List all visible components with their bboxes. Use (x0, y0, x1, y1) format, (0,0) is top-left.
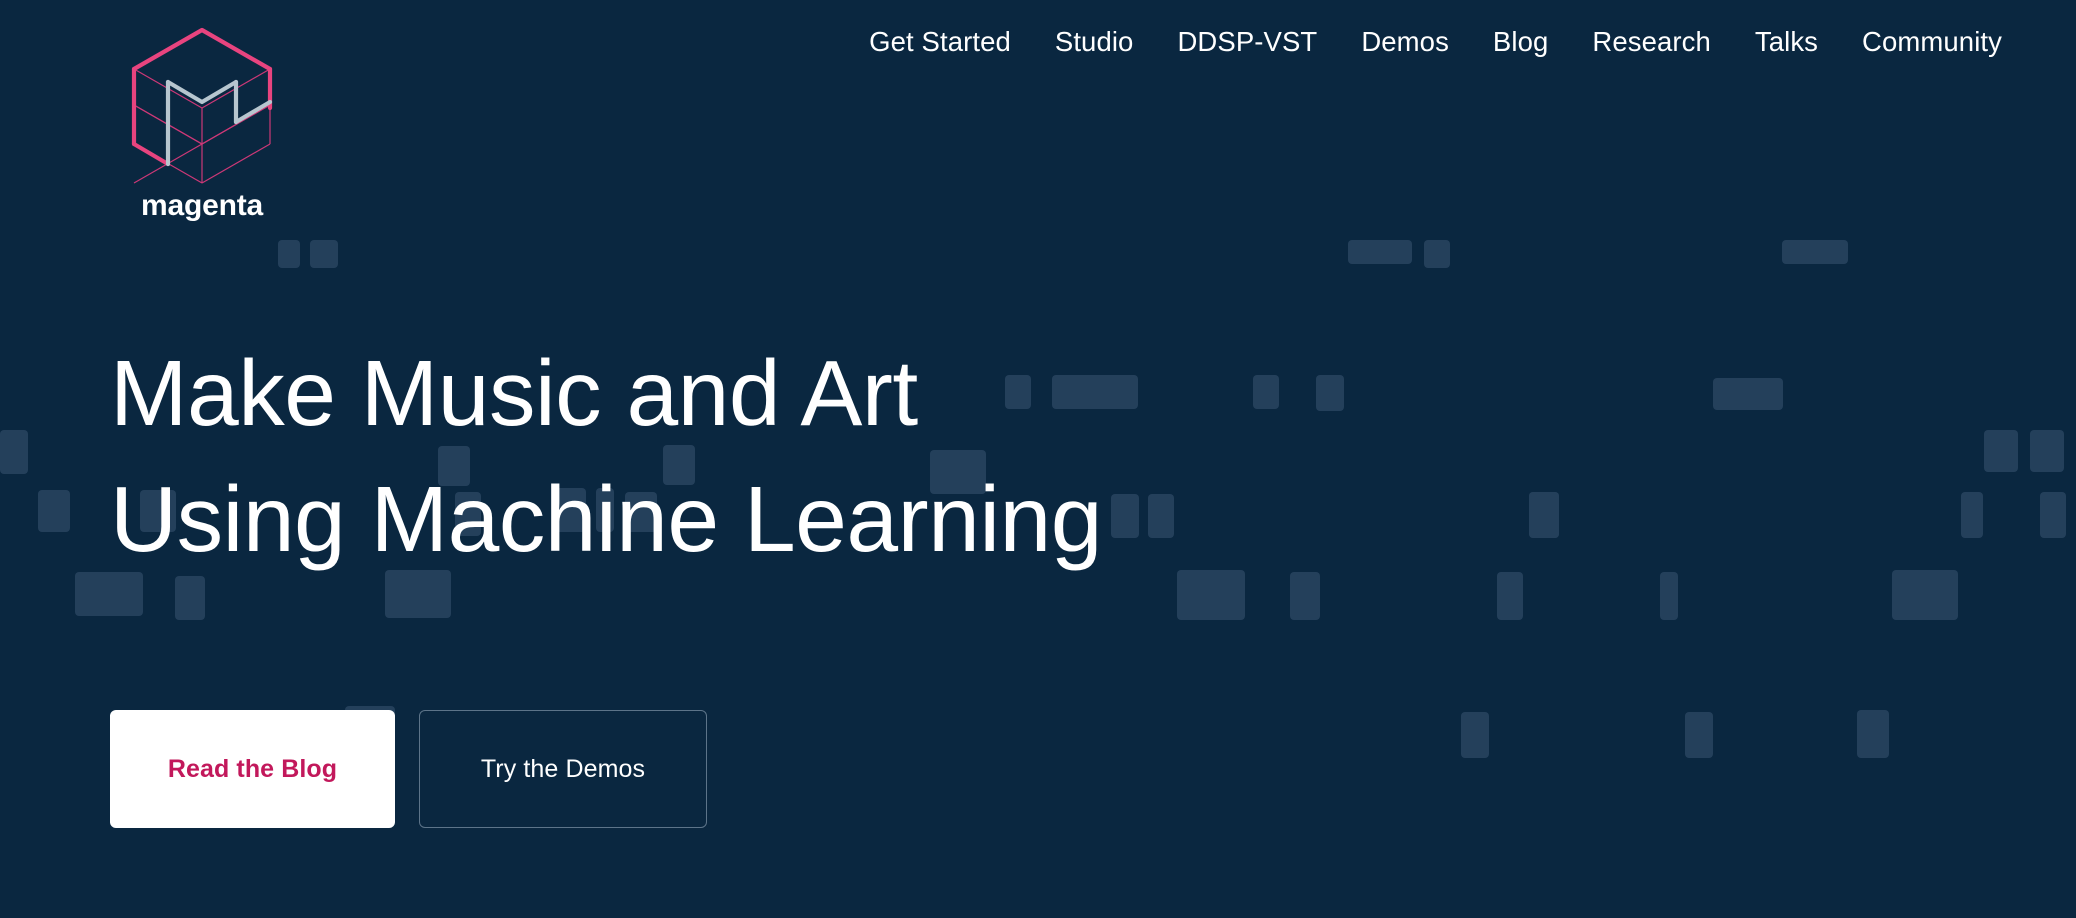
nav-link-talks[interactable]: Talks (1755, 28, 1818, 56)
hero-headline: Make Music and Art Using Machine Learnin… (110, 330, 1610, 583)
nav-link-ddsp-vst[interactable]: DDSP-VST (1177, 28, 1317, 56)
magenta-hexagon-logo-icon (131, 27, 273, 184)
hero-action-buttons: Read the Blog Try the Demos (110, 710, 707, 828)
hero-headline-line-1: Make Music and Art (110, 341, 918, 445)
magenta-homepage: magenta Get Started Studio DDSP-VST Demo… (0, 0, 2076, 918)
brand-logo-link[interactable]: magenta (112, 24, 292, 221)
nav-link-get-started[interactable]: Get Started (869, 28, 1011, 56)
try-the-demos-button[interactable]: Try the Demos (419, 710, 707, 828)
main-navigation: Get Started Studio DDSP-VST Demos Blog R… (869, 28, 2002, 56)
nav-link-blog[interactable]: Blog (1493, 28, 1548, 56)
nav-link-community[interactable]: Community (1862, 28, 2002, 56)
hero-headline-line-2: Using Machine Learning (110, 467, 1102, 572)
nav-link-studio[interactable]: Studio (1055, 28, 1134, 56)
brand-name: magenta (141, 189, 263, 222)
nav-link-demos[interactable]: Demos (1361, 28, 1449, 56)
site-header: magenta Get Started Studio DDSP-VST Demo… (0, 0, 2076, 240)
hero-section: Make Music and Art Using Machine Learnin… (110, 330, 1610, 583)
nav-link-research[interactable]: Research (1592, 28, 1711, 56)
read-the-blog-button[interactable]: Read the Blog (110, 710, 395, 828)
